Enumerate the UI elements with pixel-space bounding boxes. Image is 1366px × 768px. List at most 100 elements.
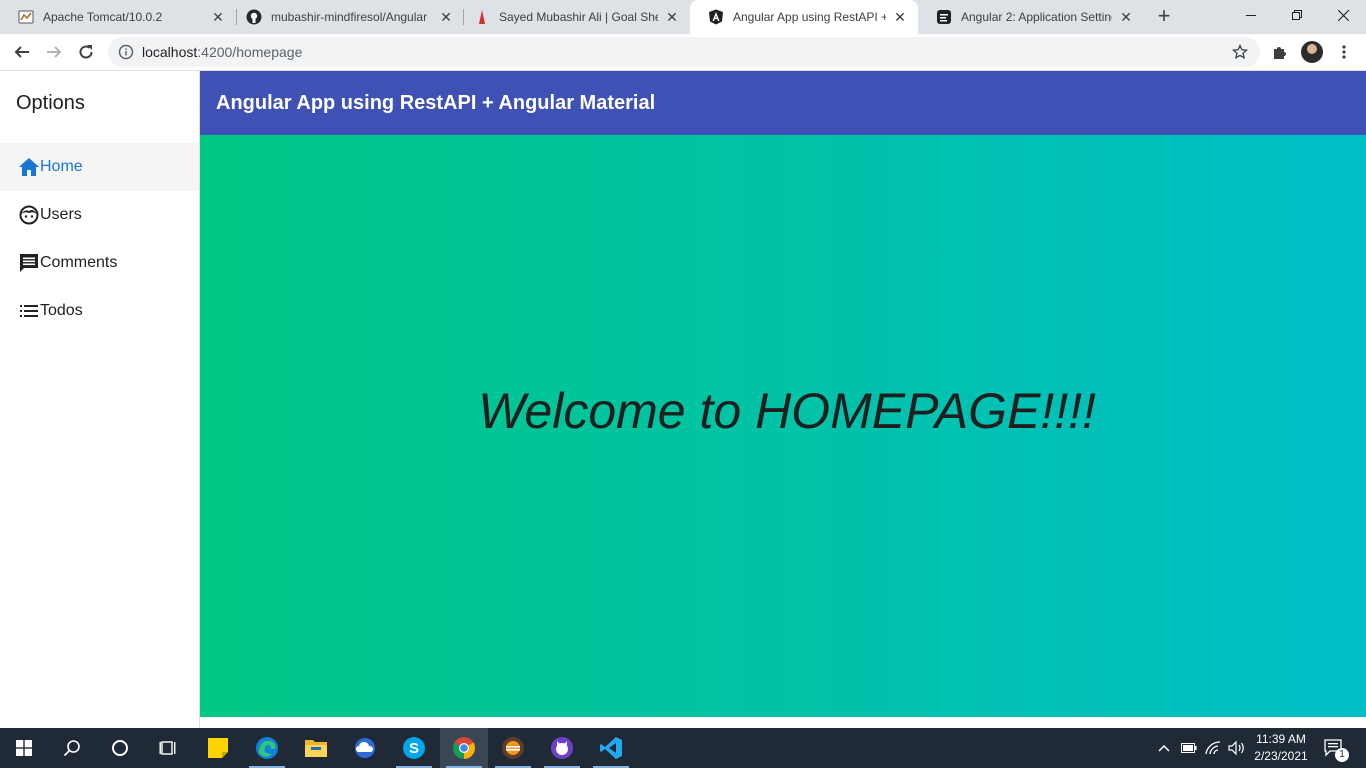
app-title: Angular App using RestAPI + Angular Mate… — [216, 91, 656, 114]
sidebar-item-home[interactable]: Home — [0, 143, 199, 191]
close-icon[interactable]: ✕ — [438, 9, 454, 25]
restore-button[interactable] — [1274, 0, 1320, 30]
cloud-app[interactable] — [341, 728, 389, 768]
home-icon — [18, 156, 40, 178]
file-explorer-app[interactable] — [292, 728, 340, 768]
sidebar-item-label: Home — [40, 158, 83, 175]
sidebar-item-label: Todos — [40, 302, 83, 319]
sidenav-title: Options — [16, 92, 85, 114]
tab-title: Angular App using RestAPI + A — [733, 10, 886, 24]
sidebar-item-comments[interactable]: Comments — [0, 239, 199, 287]
eclipse-icon — [502, 737, 524, 759]
speaker-icon — [1228, 741, 1244, 755]
svg-text:S: S — [409, 740, 419, 757]
reload-icon — [79, 45, 93, 59]
clock-time: 11:39 AM — [1256, 732, 1306, 746]
sidebar-item-users[interactable]: Users — [0, 191, 199, 239]
arrow-right-icon — [47, 46, 62, 58]
browser-toolbar: localhost:4200/homepage — [0, 34, 1366, 71]
back-button[interactable] — [8, 38, 36, 66]
battery-indicator[interactable] — [1178, 728, 1200, 768]
sticky-notes-icon — [208, 738, 228, 758]
windows-icon — [16, 740, 32, 756]
extensions-button[interactable] — [1266, 38, 1294, 66]
sticky-notes-app[interactable] — [194, 728, 242, 768]
doc-icon — [936, 9, 952, 25]
close-icon[interactable]: ✕ — [1118, 9, 1134, 25]
volume-indicator[interactable] — [1226, 728, 1248, 768]
eclipse-app[interactable] — [489, 728, 537, 768]
edge-app[interactable] — [243, 728, 291, 768]
profile-button[interactable] — [1298, 38, 1326, 66]
notification-badge: 1 — [1335, 748, 1349, 762]
tab-github[interactable]: mubashir-mindfiresol/Angular ✕ — [228, 0, 464, 34]
tab-apache-tomcat[interactable]: Apache Tomcat/10.0.2 ✕ — [0, 0, 236, 34]
tab-title: Apache Tomcat/10.0.2 — [43, 10, 163, 24]
app-toolbar: Angular App using RestAPI + Angular Mate… — [200, 71, 1366, 135]
start-button[interactable] — [0, 728, 48, 768]
avatar — [1301, 41, 1323, 63]
wifi-icon — [1205, 741, 1221, 755]
cortana-icon — [112, 740, 128, 756]
sidenav: Options Home Users Comments Todos — [0, 71, 200, 728]
cloud-icon — [355, 738, 375, 758]
tab-title: mubashir-mindfiresol/Angular — [271, 10, 428, 24]
sidebar-item-label: Users — [40, 206, 82, 223]
angular-icon — [708, 9, 724, 25]
close-icon[interactable]: ✕ — [210, 9, 226, 25]
reload-button[interactable] — [72, 38, 100, 66]
list-icon — [18, 300, 40, 322]
new-tab-button[interactable]: + — [1152, 5, 1176, 29]
github-icon — [246, 9, 262, 25]
vscode-icon — [600, 737, 622, 759]
chevron-up-icon — [1158, 744, 1170, 752]
comment-icon — [18, 252, 40, 274]
cortana-button[interactable] — [96, 728, 144, 768]
clock-date: 2/23/2021 — [1254, 749, 1308, 763]
windows-taskbar: S 11:39 AM 2/23/2021 1 — [0, 728, 1366, 768]
close-window-button[interactable] — [1320, 0, 1366, 30]
sidebar-item-todos[interactable]: Todos — [0, 287, 199, 335]
chrome-app[interactable] — [440, 728, 488, 768]
task-view-button[interactable] — [144, 728, 192, 768]
search-icon — [63, 740, 80, 757]
puzzle-icon — [1274, 47, 1286, 59]
minimize-button[interactable] — [1228, 0, 1274, 30]
url-text: localhost:4200/homepage — [142, 44, 302, 60]
tab-goal-sheet[interactable]: Sayed Mubashir Ali | Goal Shee ✕ — [456, 0, 690, 34]
task-view-icon — [159, 741, 176, 755]
tab-angular-app[interactable]: Angular App using RestAPI + A ✕ — [690, 0, 918, 34]
system-clock[interactable]: 11:39 AM 2/23/2021 — [1248, 731, 1314, 765]
github-desktop-icon — [551, 737, 573, 759]
vscode-app[interactable] — [587, 728, 635, 768]
welcome-heading: Welcome to HOMEPAGE!!!! — [478, 383, 1096, 439]
main-content: Welcome to HOMEPAGE!!!! — [200, 135, 1366, 717]
skype-app[interactable]: S — [390, 728, 438, 768]
url-path: :4200/homepage — [197, 44, 303, 60]
edge-icon — [256, 737, 278, 759]
face-icon — [18, 204, 40, 226]
close-icon[interactable]: ✕ — [664, 9, 680, 25]
menu-button[interactable] — [1330, 38, 1358, 66]
search-button[interactable] — [48, 728, 96, 768]
more-vert-icon — [1342, 45, 1346, 59]
folder-icon — [305, 740, 327, 757]
bookmark-star-icon[interactable] — [1232, 44, 1248, 60]
github-desktop-app[interactable] — [538, 728, 586, 768]
forward-button[interactable] — [40, 38, 68, 66]
sidebar-item-label: Comments — [40, 254, 118, 271]
arrow-left-icon — [14, 46, 29, 58]
tomcat-icon — [18, 9, 34, 25]
url-host: localhost — [142, 44, 198, 60]
tab-app-settings[interactable]: Angular 2: Application Setting ✕ — [918, 0, 1144, 34]
skype-icon: S — [403, 737, 425, 759]
address-bar[interactable]: localhost:4200/homepage — [108, 37, 1260, 67]
chrome-icon — [453, 737, 475, 759]
show-hidden-icons-button[interactable] — [1154, 728, 1174, 768]
action-center-button[interactable]: 1 — [1318, 728, 1350, 768]
battery-icon — [1181, 743, 1197, 753]
info-icon[interactable] — [118, 44, 134, 60]
goal-icon — [474, 9, 490, 25]
wifi-indicator[interactable] — [1202, 728, 1224, 768]
close-icon[interactable]: ✕ — [892, 9, 908, 25]
